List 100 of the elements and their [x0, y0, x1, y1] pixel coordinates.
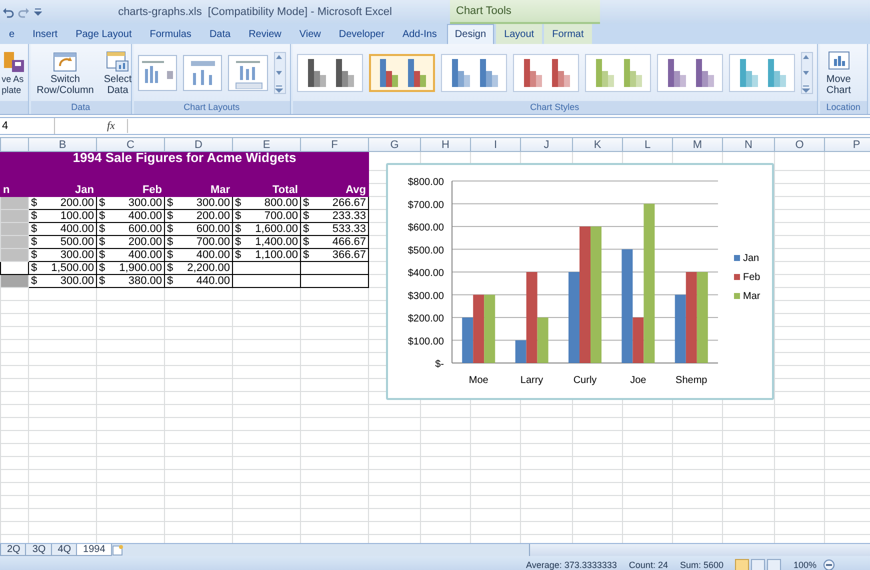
column-header[interactable]: D [164, 138, 232, 152]
axis-label: $600.00 [408, 222, 444, 234]
currency-symbol: $ [99, 198, 106, 208]
chart-layout-thumbnail[interactable] [228, 54, 268, 90]
axis-label: $500.00 [408, 245, 444, 256]
scroll-down-icon[interactable] [802, 68, 810, 76]
more-icon[interactable] [802, 84, 810, 92]
currency-symbol: $ [167, 210, 174, 222]
cell-value: 366.67 [332, 250, 366, 260]
sheet-tab[interactable]: 3Q [25, 544, 53, 556]
move-chart-icon [826, 50, 852, 72]
view-button[interactable] [767, 559, 782, 570]
ribbon-button[interactable]: Select Data [102, 50, 134, 96]
horizontal-scrollbar[interactable] [529, 544, 870, 556]
scroll-up-icon[interactable] [802, 52, 810, 60]
column-header[interactable]: J [520, 138, 572, 152]
undo-icon[interactable] [2, 6, 14, 18]
view-button[interactable] [735, 559, 750, 570]
status-sum: Sum: 5600 [680, 560, 724, 570]
sheet-tab[interactable]: 1994 [76, 544, 112, 556]
cell-value: 1,600.00 [255, 224, 298, 234]
ribbon-tab[interactable]: Design [446, 24, 494, 44]
column-heading: n [3, 184, 10, 196]
ribbon-tab[interactable]: Formulas [142, 24, 200, 44]
currency-symbol: $ [167, 276, 174, 286]
sheet-tab[interactable]: 2Q [0, 544, 28, 556]
column-header[interactable]: G [368, 138, 420, 152]
axis-label: $300.00 [408, 290, 444, 302]
legend-swatch [734, 255, 740, 261]
cell-value: 200.00 [60, 198, 94, 208]
ribbon-tab[interactable]: View [291, 24, 329, 44]
scroll-up-icon[interactable] [274, 52, 283, 60]
currency-symbol: $ [31, 236, 38, 248]
column-header[interactable]: E [232, 138, 300, 152]
category-label: Shemp [676, 375, 708, 386]
zoom-level[interactable]: 100% [793, 560, 817, 570]
column-header[interactable]: P [824, 138, 870, 152]
category-label: Larry [520, 375, 544, 386]
name-box[interactable]: 4 [0, 118, 55, 134]
column-header[interactable]: C [96, 138, 164, 152]
ribbon-tab[interactable]: Layout [496, 24, 542, 44]
column-header[interactable]: L [622, 138, 672, 152]
cell-value: 2,200.00 [187, 262, 230, 274]
dropdown-icon[interactable] [34, 7, 42, 17]
column-header[interactable]: H [420, 138, 470, 152]
column-header[interactable]: B [28, 138, 96, 152]
ribbon-tab[interactable]: Format [544, 24, 592, 44]
currency-symbol: $ [235, 236, 242, 248]
axis-label: $- [435, 359, 444, 370]
cell-value: 800.00 [264, 198, 298, 208]
contextual-tab-label: Chart Tools [450, 0, 600, 24]
cell-value: 533.33 [332, 224, 366, 234]
currency-symbol: $ [31, 262, 38, 274]
ribbon-button[interactable]: Move Chart [824, 50, 854, 96]
cell-value: 1,900.00 [119, 262, 162, 274]
ribbon-tab[interactable]: Data [201, 24, 239, 44]
scroll-down-icon[interactable] [274, 68, 283, 76]
insert-function-button[interactable]: fx [107, 120, 123, 132]
currency-symbol: $ [235, 198, 242, 208]
cell-value: 440.00 [196, 276, 230, 286]
column-header[interactable]: M [672, 138, 722, 152]
cell-value: 300.00 [60, 250, 94, 260]
column-header[interactable]: O [774, 138, 824, 152]
category-label: Joe [630, 375, 646, 386]
chart-layout-thumbnail[interactable] [138, 54, 178, 90]
currency-symbol: $ [167, 198, 174, 208]
group-label: Data [71, 102, 90, 112]
view-button[interactable] [751, 559, 766, 570]
column-header[interactable]: N [722, 138, 774, 152]
zoom-out-icon[interactable] [822, 559, 835, 570]
ribbon-tab[interactable]: e [1, 24, 23, 44]
chart-area[interactable]: $- $100.00 $200.00 $300.00 $400.00 $500.00 $600.00 $700.00 $800.00 Moe Larry Curly Joe Shemp Jan Feb Mar [386, 163, 774, 400]
cell-value: 1,500.00 [51, 262, 94, 274]
chart-style-option[interactable] [368, 54, 435, 92]
ribbon-tab[interactable]: Review [240, 24, 290, 44]
currency-symbol: $ [167, 262, 174, 274]
column-header[interactable]: I [470, 138, 520, 152]
column-header[interactable]: F [300, 138, 368, 152]
group-label: Location [826, 102, 860, 112]
currency-symbol: $ [31, 198, 38, 208]
chart-layout-thumbnail[interactable] [183, 54, 222, 90]
ribbon-tab[interactable]: Developer [330, 24, 392, 44]
ribbon-tab[interactable]: Add-Ins [394, 24, 445, 44]
cell-value: 1,400.00 [255, 236, 298, 248]
ribbon-button[interactable]: Switch Row/Column [34, 50, 96, 96]
currency-symbol: $ [235, 224, 242, 234]
redo-icon[interactable] [18, 6, 30, 18]
currency-symbol: $ [235, 210, 242, 222]
cell-value: 500.00 [60, 236, 94, 248]
ribbon-tab[interactable]: Page Layout [68, 24, 140, 44]
currency-symbol: $ [31, 224, 38, 234]
currency-symbol: $ [99, 262, 106, 274]
cell-value: 300.00 [60, 276, 94, 286]
column-header[interactable]: K [572, 138, 622, 152]
ribbon-tab[interactable]: Insert [24, 24, 66, 44]
currency-symbol: $ [235, 250, 242, 260]
row-label-cell [0, 210, 28, 222]
more-icon[interactable] [274, 84, 283, 92]
axis-label: $800.00 [408, 177, 444, 188]
currency-symbol: $ [31, 276, 38, 286]
